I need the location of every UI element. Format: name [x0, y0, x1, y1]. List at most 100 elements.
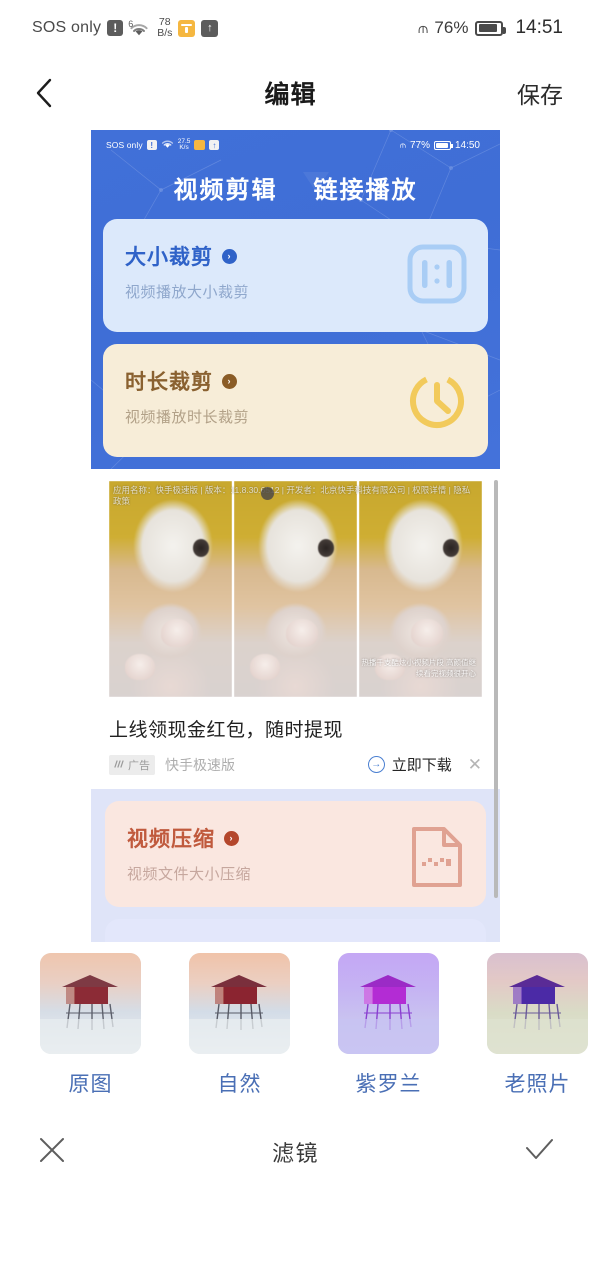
chevron-right-icon: ›: [222, 248, 237, 264]
feature-card-duration-crop[interactable]: 时长裁剪 › 视频播放时长裁剪: [103, 344, 488, 457]
status-bar-right: ⫙ 76% 14:51: [418, 17, 563, 39]
page-title: 编辑: [264, 81, 317, 109]
tab-link-play[interactable]: 链接播放: [314, 170, 418, 205]
status-bar-left: SOS only ! 6 78 B/s ↑: [32, 17, 219, 38]
inner-sim-card-icon: [194, 140, 206, 150]
ad-label-badge: 广告: [109, 754, 155, 775]
ad-download-label: 立即下载: [391, 757, 452, 774]
ad-meta-row: 广告 快手极速版 → 立即下载 ✕: [109, 754, 482, 775]
check-icon: [523, 1135, 555, 1170]
ad-badge-icon: [261, 487, 274, 500]
feature-card-title-row: 时长裁剪 ›: [125, 366, 249, 396]
ad-frame: 热播千支酷炫小视频片段 高颜值继续看完视频很开心: [359, 481, 482, 697]
inner-battery-percent: 77%: [409, 139, 430, 151]
vibrate-mode-icon: ⫙: [417, 19, 429, 37]
cancel-button[interactable]: [30, 1130, 74, 1174]
feature-card-title-row: 大小裁剪 ›: [125, 241, 249, 271]
tool-title: 滤镜: [271, 1141, 319, 1166]
ad-legal-text: 应用名称：快手极速版 | 版本：11.8.30.6512 | 开发者：北京快手科…: [113, 485, 471, 507]
feature-card-subtitle: 视频播放时长裁剪: [125, 409, 250, 426]
filter-carousel[interactable]: 原图 自然 紫罗兰 老照片: [0, 940, 591, 1112]
ad-download-button[interactable]: → 立即下载: [367, 754, 452, 775]
inner-alert-icon: !: [146, 140, 157, 150]
next-card-peek: [105, 919, 486, 942]
back-button[interactable]: [22, 71, 66, 115]
feature-card-text: 时长裁剪 › 视频播放时长裁剪: [125, 366, 249, 427]
alert-icon: !: [107, 20, 124, 36]
stilt-house-photo: [189, 953, 290, 1054]
feature-card-title: 时长裁剪: [125, 371, 213, 394]
battery-percent-label: 76%: [434, 18, 469, 37]
wifi-icon: 6: [128, 18, 151, 37]
app-header: 编辑 保存: [0, 56, 591, 130]
ad-frame: [109, 481, 232, 697]
upload-arrow-icon: ↑: [201, 19, 219, 37]
inner-clock-label: 14:50: [454, 139, 480, 151]
image-preview-area[interactable]: SOS only ! 27.5 K/s ↑ ⫙ 77% 14:50 视频剪辑 链…: [0, 130, 591, 942]
confirm-button[interactable]: [517, 1130, 561, 1174]
feature-card-title: 大小裁剪: [125, 246, 213, 269]
aspect-ratio-icon: [406, 243, 468, 310]
inner-app-header: SOS only ! 27.5 K/s ↑ ⫙ 77% 14:50 视频剪辑 链…: [91, 130, 500, 469]
inner-lower-section: 视频压缩 › 视频文件大小压缩: [91, 789, 500, 942]
feature-card-subtitle: 视频播放大小裁剪: [125, 284, 250, 301]
chevron-right-icon: ›: [224, 830, 239, 846]
ad-source-label: 快手极速版: [165, 756, 235, 773]
filter-thumbnail: [189, 953, 290, 1054]
inner-scroll-body[interactable]: 热播千支酷炫小视频片段 高颜值继续看完视频很开心 应用名称：快手极速版 | 版本…: [91, 481, 500, 942]
ad-waves-icon: [114, 759, 125, 771]
inner-status-bar: SOS only ! 27.5 K/s ↑ ⫙ 77% 14:50: [103, 130, 488, 160]
inner-status-left: SOS only ! 27.5 K/s ↑: [106, 136, 220, 154]
chevron-left-icon: [34, 77, 54, 109]
inner-upload-arrow-icon: ↑: [209, 140, 220, 150]
ad-image: [109, 481, 232, 697]
filter-item-violet[interactable]: 紫罗兰: [338, 953, 439, 1098]
filter-item-original[interactable]: 原图: [40, 953, 141, 1098]
chevron-right-icon: ›: [222, 373, 237, 389]
close-icon: [37, 1135, 67, 1170]
inner-tab-bar: 视频剪辑 链接播放: [103, 170, 488, 205]
filter-label: 紫罗兰: [355, 1073, 422, 1096]
sim-card-icon: [178, 19, 196, 37]
feature-card-text: 视频压缩 › 视频文件大小压缩: [127, 823, 251, 884]
download-arrow-icon: →: [367, 756, 385, 773]
clock-label: 14:51: [515, 17, 563, 38]
feature-card-size-crop[interactable]: 大小裁剪 › 视频播放大小裁剪: [103, 219, 488, 332]
feature-card-subtitle: 视频文件大小压缩: [127, 866, 252, 883]
inner-network-speed: 27.5 K/s: [178, 138, 191, 152]
edited-screenshot[interactable]: SOS only ! 27.5 K/s ↑ ⫙ 77% 14:50 视频剪辑 链…: [91, 130, 500, 942]
network-speed-indicator: 78 B/s: [157, 17, 172, 38]
ad-image: [234, 481, 357, 697]
stilt-house-photo: [487, 953, 588, 1054]
ad-watermark-text: 热播千支酷炫小视频片段 高颜值继续看完视频很开心: [361, 658, 476, 678]
filter-thumbnail: [338, 953, 439, 1054]
inner-status-right: ⫙ 77% 14:50: [400, 140, 480, 151]
feature-card-text: 大小裁剪 › 视频播放大小裁剪: [125, 241, 249, 302]
inner-speed-unit: K/s: [179, 144, 189, 151]
inner-vibrate-icon: ⫙: [399, 139, 406, 150]
stilt-house-photo: [338, 953, 439, 1054]
ad-media[interactable]: 热播千支酷炫小视频片段 高颜值继续看完视频很开心 应用名称：快手极速版 | 版本…: [109, 481, 482, 697]
ad-label-text: 广告: [128, 759, 150, 772]
editor-action-bar: 滤镜: [0, 1112, 591, 1192]
feature-card-video-compress[interactable]: 视频压缩 › 视频文件大小压缩: [105, 801, 486, 907]
filter-label: 自然: [217, 1073, 262, 1096]
save-button[interactable]: 保存: [515, 72, 565, 114]
inner-carrier-label: SOS only: [106, 140, 143, 150]
filter-item-old-photo[interactable]: 老照片: [487, 953, 588, 1098]
ad-headline: 上线领现金红包，随时提现: [109, 720, 344, 741]
inner-wifi-icon: [161, 136, 174, 154]
inner-scrollbar[interactable]: [494, 480, 498, 898]
battery-icon: [475, 20, 507, 36]
filter-item-natural[interactable]: 自然: [189, 953, 290, 1098]
feature-card-title: 视频压缩: [127, 828, 215, 851]
tab-video-edit[interactable]: 视频剪辑: [174, 170, 278, 205]
system-status-bar: SOS only ! 6 78 B/s ↑ ⫙ 76% 14:51: [0, 0, 591, 56]
ad-close-icon[interactable]: ✕: [462, 755, 482, 775]
filter-label: 原图: [68, 1073, 113, 1096]
stilt-house-photo: [40, 953, 141, 1054]
clock-icon: [406, 368, 468, 435]
wifi-generation-label: 6: [128, 18, 134, 29]
filter-label: 老照片: [504, 1073, 571, 1096]
file-compress-icon: [408, 825, 466, 894]
